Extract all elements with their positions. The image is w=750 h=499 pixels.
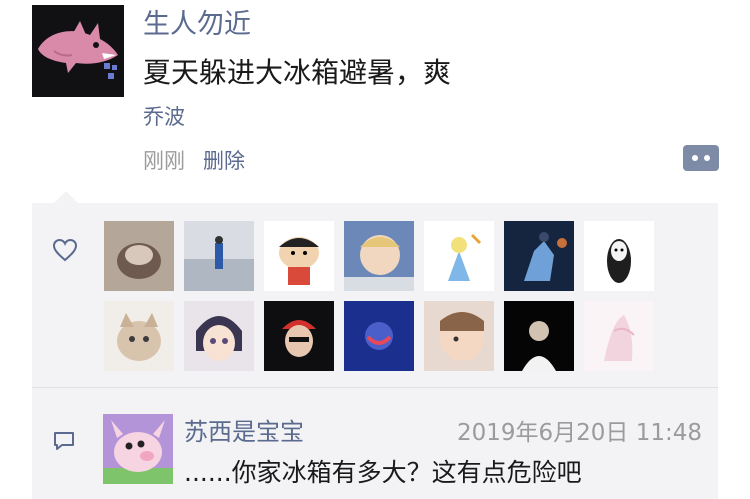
liker-avatar-image (184, 221, 254, 291)
liker-avatar-image (264, 221, 334, 291)
liker-avatar[interactable] (104, 301, 174, 371)
liker-avatar-image (104, 221, 174, 291)
liker-avatar-image (104, 301, 174, 371)
commenter-name[interactable]: 苏西是宝宝 (184, 416, 304, 448)
liker-avatar[interactable] (264, 221, 334, 291)
liker-avatar-image (184, 301, 254, 371)
liker-avatar-image (344, 301, 414, 371)
liker-avatar-image (584, 221, 654, 291)
likes-comments-divider (32, 387, 718, 388)
liker-avatar[interactable] (264, 301, 334, 371)
liker-avatar[interactable] (104, 221, 174, 291)
liker-avatar-image (584, 301, 654, 371)
author-name[interactable]: 生人勿近 (143, 8, 251, 42)
post-location[interactable]: 乔波 (143, 103, 185, 131)
liker-avatar[interactable] (344, 301, 414, 371)
post-content: 夏天躲进大冰箱避暑，爽 (143, 56, 452, 89)
liker-avatar[interactable] (424, 301, 494, 371)
more-actions-button[interactable] (683, 145, 719, 171)
liker-avatar[interactable] (424, 221, 494, 291)
liker-avatar[interactable] (584, 221, 654, 291)
heart-icon (52, 238, 78, 262)
more-dots-icon-dot (704, 155, 710, 161)
liker-avatar[interactable] (184, 301, 254, 371)
commenter-avatar-image (103, 414, 173, 484)
liker-avatar-image (424, 301, 494, 371)
more-dots-icon (692, 155, 698, 161)
liker-avatar-image (264, 301, 334, 371)
author-avatar[interactable] (32, 5, 124, 97)
comment-icon (54, 432, 74, 450)
liker-avatar[interactable] (504, 301, 574, 371)
commenter-avatar[interactable] (103, 414, 173, 484)
liker-avatar-image (504, 221, 574, 291)
liker-avatar-image (504, 301, 574, 371)
liker-avatar-image (344, 221, 414, 291)
comment-time: 2019年6月20日 11:48 (456, 420, 702, 446)
likers-grid (104, 221, 664, 373)
liker-avatar[interactable] (504, 221, 574, 291)
post-meta: 刚刚 删除 (143, 147, 245, 175)
comment-text[interactable]: ......你家冰箱有多大？这有点危险吧 (184, 456, 582, 490)
shark-avatar-icon (32, 5, 124, 97)
post-time: 刚刚 (143, 149, 185, 173)
delete-button[interactable]: 删除 (203, 147, 245, 175)
panel-notch (54, 191, 78, 203)
liker-avatar[interactable] (344, 221, 414, 291)
liker-avatar-image (424, 221, 494, 291)
liker-avatar[interactable] (184, 221, 254, 291)
liker-avatar[interactable] (584, 301, 654, 371)
